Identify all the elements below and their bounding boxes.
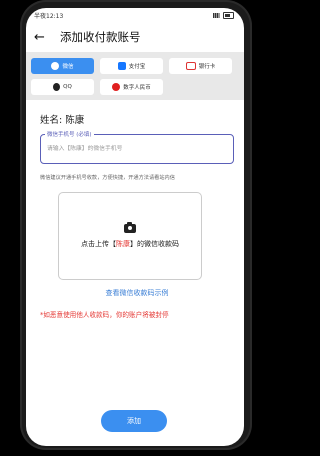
alipay-icon: [117, 62, 126, 70]
wechat-phone-field: 微信手机号 (必填): [40, 130, 234, 164]
payment-type-selector: 微信 支付宝 银行卡 QQ 数字人民币: [26, 52, 244, 100]
status-time: 半夜12:13: [34, 12, 64, 20]
qr-upload-area[interactable]: 点击上传【陈康】的微信收款码: [58, 192, 202, 280]
tab-qq[interactable]: QQ: [31, 79, 94, 95]
wechat-phone-label: 微信手机号 (必填): [45, 130, 94, 138]
tab-bank-card[interactable]: 银行卡: [169, 58, 232, 74]
upload-text-name: 陈康: [116, 239, 130, 248]
digital-rmb-icon: [112, 83, 121, 91]
tab-digital-rmb[interactable]: 数字人民币: [100, 79, 163, 95]
battery-icon: [223, 11, 234, 19]
qq-icon: [53, 83, 61, 91]
upload-text: 点击上传【陈康】的微信收款码: [81, 239, 179, 249]
tab-wechat[interactable]: 微信: [31, 58, 94, 74]
warning-text: *如恶意使用他人收款码，你的账户将被封停: [40, 311, 169, 319]
tab-label: 微信: [62, 64, 74, 70]
bank-card-icon: [185, 62, 196, 70]
phone-tip: 微信建议开通手机号收款，方便快捷，开通方法请看站内信: [40, 175, 175, 181]
signal-icon: [213, 12, 220, 18]
tab-alipay[interactable]: 支付宝: [100, 58, 163, 74]
account-name: 姓名: 陈康: [40, 115, 85, 126]
app-screen: 半夜12:13 ← 添加收付款账号 微信 支付宝 银行卡 QQ 数字人民币 姓名…: [26, 8, 244, 446]
camera-icon: [124, 221, 136, 233]
add-button[interactable]: 添加: [101, 410, 167, 432]
back-arrow-icon[interactable]: ←: [34, 30, 52, 45]
app-header: ← 添加收付款账号: [26, 22, 244, 52]
wechat-icon: [51, 62, 60, 70]
tab-label: 银行卡: [198, 64, 216, 70]
tab-label: 数字人民币: [123, 85, 151, 91]
status-icons: [213, 11, 234, 19]
status-bar: 半夜12:13: [26, 8, 244, 22]
view-example-link[interactable]: 查看微信收款码示例: [40, 288, 234, 298]
upload-text-prefix: 点击上传【: [81, 239, 116, 248]
tab-label: 支付宝: [128, 64, 146, 70]
page-title: 添加收付款账号: [60, 30, 141, 44]
wechat-phone-input[interactable]: [41, 135, 233, 163]
upload-text-suffix: 】的微信收款码: [130, 239, 179, 248]
tab-label: QQ: [63, 84, 72, 90]
form-content: 姓名: 陈康 微信手机号 (必填) 微信建议开通手机号收款，方便快捷，开通方法请…: [26, 100, 244, 319]
